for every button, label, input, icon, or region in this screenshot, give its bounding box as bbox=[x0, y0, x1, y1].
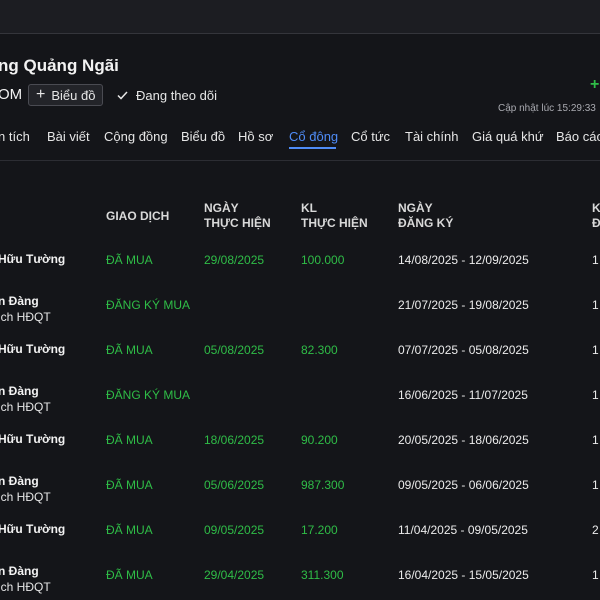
shareholder-name: Hữu Tường bbox=[0, 252, 66, 266]
last-column-value: 2 bbox=[592, 523, 599, 537]
plus-icon: + bbox=[36, 86, 46, 103]
last-column-value: 1 bbox=[592, 343, 599, 357]
reg-date-range: 07/07/2025 - 05/08/2025 bbox=[398, 343, 529, 357]
last-column-value: 1 bbox=[592, 298, 599, 312]
exec-volume: 100.000 bbox=[301, 253, 345, 267]
exec-volume: 90.200 bbox=[301, 433, 338, 447]
transaction-type: ĐÃ MUA bbox=[106, 253, 153, 267]
last-column-value: 1 bbox=[592, 388, 599, 402]
exec-date: 09/05/2025 bbox=[204, 523, 265, 537]
shareholder-name: Hữu Tường bbox=[0, 342, 66, 356]
header-reg-date: NGÀY ĐĂNG KÝ bbox=[398, 201, 453, 231]
transaction-type: ĐÃ MUA bbox=[106, 568, 153, 582]
page-title: ng Quảng Ngãi bbox=[0, 56, 119, 75]
tab-analysis[interactable]: n tích bbox=[0, 129, 30, 144]
transaction-type: ĐÃ MUA bbox=[106, 343, 153, 357]
transaction-type: ĐÃ MUA bbox=[106, 478, 153, 492]
shareholder-name: Hữu Tường bbox=[0, 522, 66, 536]
shareholder-role: ịch HĐQT bbox=[0, 580, 51, 594]
header-exec-volume: KL THỰC HIỆN bbox=[301, 201, 368, 231]
exec-volume: 17.200 bbox=[301, 523, 338, 537]
shareholder-role: ịch HĐQT bbox=[0, 310, 51, 324]
header-reg-date-line1: NGÀY bbox=[398, 201, 433, 215]
exec-volume: 311.300 bbox=[301, 568, 344, 582]
reg-date-range: 16/06/2025 - 11/07/2025 bbox=[398, 388, 528, 402]
follow-button-label: Đang theo dõi bbox=[136, 87, 217, 103]
shareholder-name: n Đàng bbox=[0, 384, 39, 398]
update-time: Cập nhật lúc 15:29:33 bbox=[498, 103, 596, 114]
add-icon[interactable]: + bbox=[590, 76, 599, 94]
reg-date-range: 11/04/2025 - 09/05/2025 bbox=[398, 523, 528, 537]
exec-volume: 987.300 bbox=[301, 478, 345, 492]
reg-date-range: 20/05/2025 - 18/06/2025 bbox=[398, 433, 529, 447]
tab-bar: n tích Bài viết Cộng đồng Biểu đồ Hồ sơ … bbox=[0, 120, 600, 156]
chart-button[interactable]: + Biểu đồ bbox=[28, 84, 104, 106]
tab-price-history[interactable]: Giá quá khứ bbox=[472, 129, 544, 144]
exec-date: 29/08/2025 bbox=[204, 253, 265, 267]
ticker-symbol: OM bbox=[0, 86, 23, 103]
header-exec-volume-line2: THỰC HIỆN bbox=[301, 216, 368, 230]
reg-date-range: 21/07/2025 - 19/08/2025 bbox=[398, 298, 529, 312]
exec-date: 05/06/2025 bbox=[204, 478, 265, 492]
tab-community[interactable]: Cộng đồng bbox=[104, 129, 168, 144]
header-last-line2: Đ bbox=[592, 216, 600, 230]
tab-chart[interactable]: Biểu đồ bbox=[181, 129, 225, 144]
exec-volume: 82.300 bbox=[301, 343, 338, 357]
chart-button-label: Biểu đồ bbox=[51, 87, 96, 103]
tab-profile[interactable]: Hồ sơ bbox=[238, 129, 273, 144]
last-column-value: 1 bbox=[592, 478, 599, 492]
shareholder-name: n Đàng bbox=[0, 294, 39, 308]
header-exec-date: NGÀY THỰC HIỆN bbox=[204, 201, 271, 231]
tab-posts[interactable]: Bài viết bbox=[47, 129, 90, 144]
exec-date: 18/06/2025 bbox=[204, 433, 265, 447]
tab-dividends[interactable]: Cổ tức bbox=[351, 129, 390, 144]
shareholder-role: ịch HĐQT bbox=[0, 400, 51, 414]
reg-date-range: 16/04/2025 - 15/05/2025 bbox=[398, 568, 529, 582]
reg-date-range: 09/05/2025 - 06/06/2025 bbox=[398, 478, 529, 492]
last-column-value: 1 bbox=[592, 568, 599, 582]
reg-date-range: 14/08/2025 - 12/09/2025 bbox=[398, 253, 529, 267]
header-last: K Đ bbox=[592, 201, 600, 231]
header-exec-date-line2: THỰC HIỆN bbox=[204, 216, 271, 230]
last-column-value: 1 bbox=[592, 433, 599, 447]
tab-reports[interactable]: Báo cáo bbox=[556, 129, 600, 144]
header-exec-volume-line1: KL bbox=[301, 201, 317, 215]
follow-button[interactable]: Đang theo dõi bbox=[117, 84, 217, 106]
transaction-type: ĐÃ MUA bbox=[106, 433, 153, 447]
last-column-value: 1 bbox=[592, 253, 599, 267]
transaction-type: ĐÃ MUA bbox=[106, 523, 153, 537]
header-reg-date-line2: ĐĂNG KÝ bbox=[398, 216, 454, 230]
shareholder-name: n Đàng bbox=[0, 474, 39, 488]
tab-shareholders[interactable]: Cổ đông bbox=[289, 129, 338, 144]
exec-date: 05/08/2025 bbox=[204, 343, 265, 357]
header-last-line1: K bbox=[592, 201, 600, 215]
transaction-type: ĐĂNG KÝ MUA bbox=[106, 298, 191, 312]
tab-financials[interactable]: Tài chính bbox=[405, 129, 458, 144]
divider bbox=[0, 160, 600, 161]
exec-date: 29/04/2025 bbox=[204, 568, 265, 582]
active-tab-indicator bbox=[289, 147, 336, 149]
check-icon bbox=[117, 88, 128, 103]
header-exec-date-line1: NGÀY bbox=[204, 201, 239, 215]
shareholder-name: n Đàng bbox=[0, 564, 39, 578]
shareholder-role: ịch HĐQT bbox=[0, 490, 51, 504]
top-bar bbox=[0, 0, 600, 34]
shareholder-name: Hữu Tường bbox=[0, 432, 66, 446]
transaction-type: ĐĂNG KÝ MUA bbox=[106, 388, 191, 402]
header-type: GIAO DỊCH bbox=[106, 209, 170, 223]
